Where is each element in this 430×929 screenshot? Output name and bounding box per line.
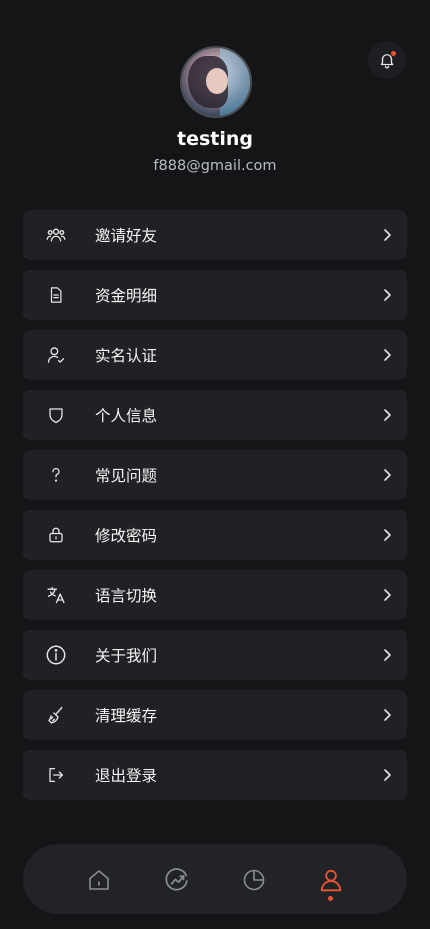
lock-icon: [45, 524, 67, 546]
chevron-right-icon: [379, 227, 395, 243]
chevron-right-icon: [379, 287, 395, 303]
menu-item-fund-details[interactable]: 资金明细: [23, 270, 407, 320]
menu-item-label: 修改密码: [95, 527, 158, 545]
menu-item-identity-verification[interactable]: 实名认证: [23, 330, 407, 380]
settings-menu: 邀请好友 资金明细 实名认证 个人信息 常见问题 修改密码 语言切换 关于我们 …: [23, 210, 407, 810]
menu-item-label: 清理缓存: [95, 707, 158, 725]
info-icon: [45, 644, 67, 666]
document-icon: [45, 284, 67, 306]
tab-profile[interactable]: [317, 866, 345, 894]
user-check-icon: [45, 344, 67, 366]
menu-item-clear-cache[interactable]: 清理缓存: [23, 690, 407, 740]
pie-chart-icon: [242, 868, 266, 892]
tab-home[interactable]: [85, 866, 113, 894]
menu-item-logout[interactable]: 退出登录: [23, 750, 407, 800]
menu-item-personal-info[interactable]: 个人信息: [23, 390, 407, 440]
question-icon: [45, 464, 67, 486]
bottom-tab-bar: [23, 844, 407, 914]
menu-item-label: 实名认证: [95, 347, 158, 365]
menu-item-invite-friends[interactable]: 邀请好友: [23, 210, 407, 260]
users-icon: [45, 224, 67, 246]
chevron-right-icon: [379, 707, 395, 723]
home-icon: [87, 868, 111, 892]
logout-icon: [45, 764, 67, 786]
notification-button[interactable]: [368, 41, 406, 79]
unread-dot: [391, 51, 396, 56]
user-icon: [318, 867, 344, 893]
brush-icon: [45, 704, 67, 726]
menu-item-label: 资金明细: [95, 287, 158, 305]
chevron-right-icon: [379, 647, 395, 663]
chevron-right-icon: [379, 467, 395, 483]
chevron-right-icon: [379, 347, 395, 363]
menu-item-label: 个人信息: [95, 407, 158, 425]
menu-item-language[interactable]: 语言切换: [23, 570, 407, 620]
translate-icon: [45, 584, 67, 606]
menu-item-label: 语言切换: [95, 587, 158, 605]
menu-item-about-us[interactable]: 关于我们: [23, 630, 407, 680]
menu-item-faq[interactable]: 常见问题: [23, 450, 407, 500]
shield-icon: [45, 404, 67, 426]
tab-assets[interactable]: [240, 866, 268, 894]
menu-item-label: 邀请好友: [95, 227, 158, 245]
chevron-right-icon: [379, 587, 395, 603]
chevron-right-icon: [379, 407, 395, 423]
trend-icon: [164, 867, 190, 893]
user-email: f888@gmail.com: [153, 158, 277, 174]
tab-market[interactable]: [163, 866, 191, 894]
menu-item-label: 关于我们: [95, 647, 158, 665]
chevron-right-icon: [379, 767, 395, 783]
active-tab-indicator: [328, 896, 333, 901]
avatar[interactable]: [180, 46, 252, 118]
menu-item-change-password[interactable]: 修改密码: [23, 510, 407, 560]
username: testing: [177, 128, 253, 150]
chevron-right-icon: [379, 527, 395, 543]
menu-item-label: 常见问题: [95, 467, 158, 485]
menu-item-label: 退出登录: [95, 767, 158, 785]
